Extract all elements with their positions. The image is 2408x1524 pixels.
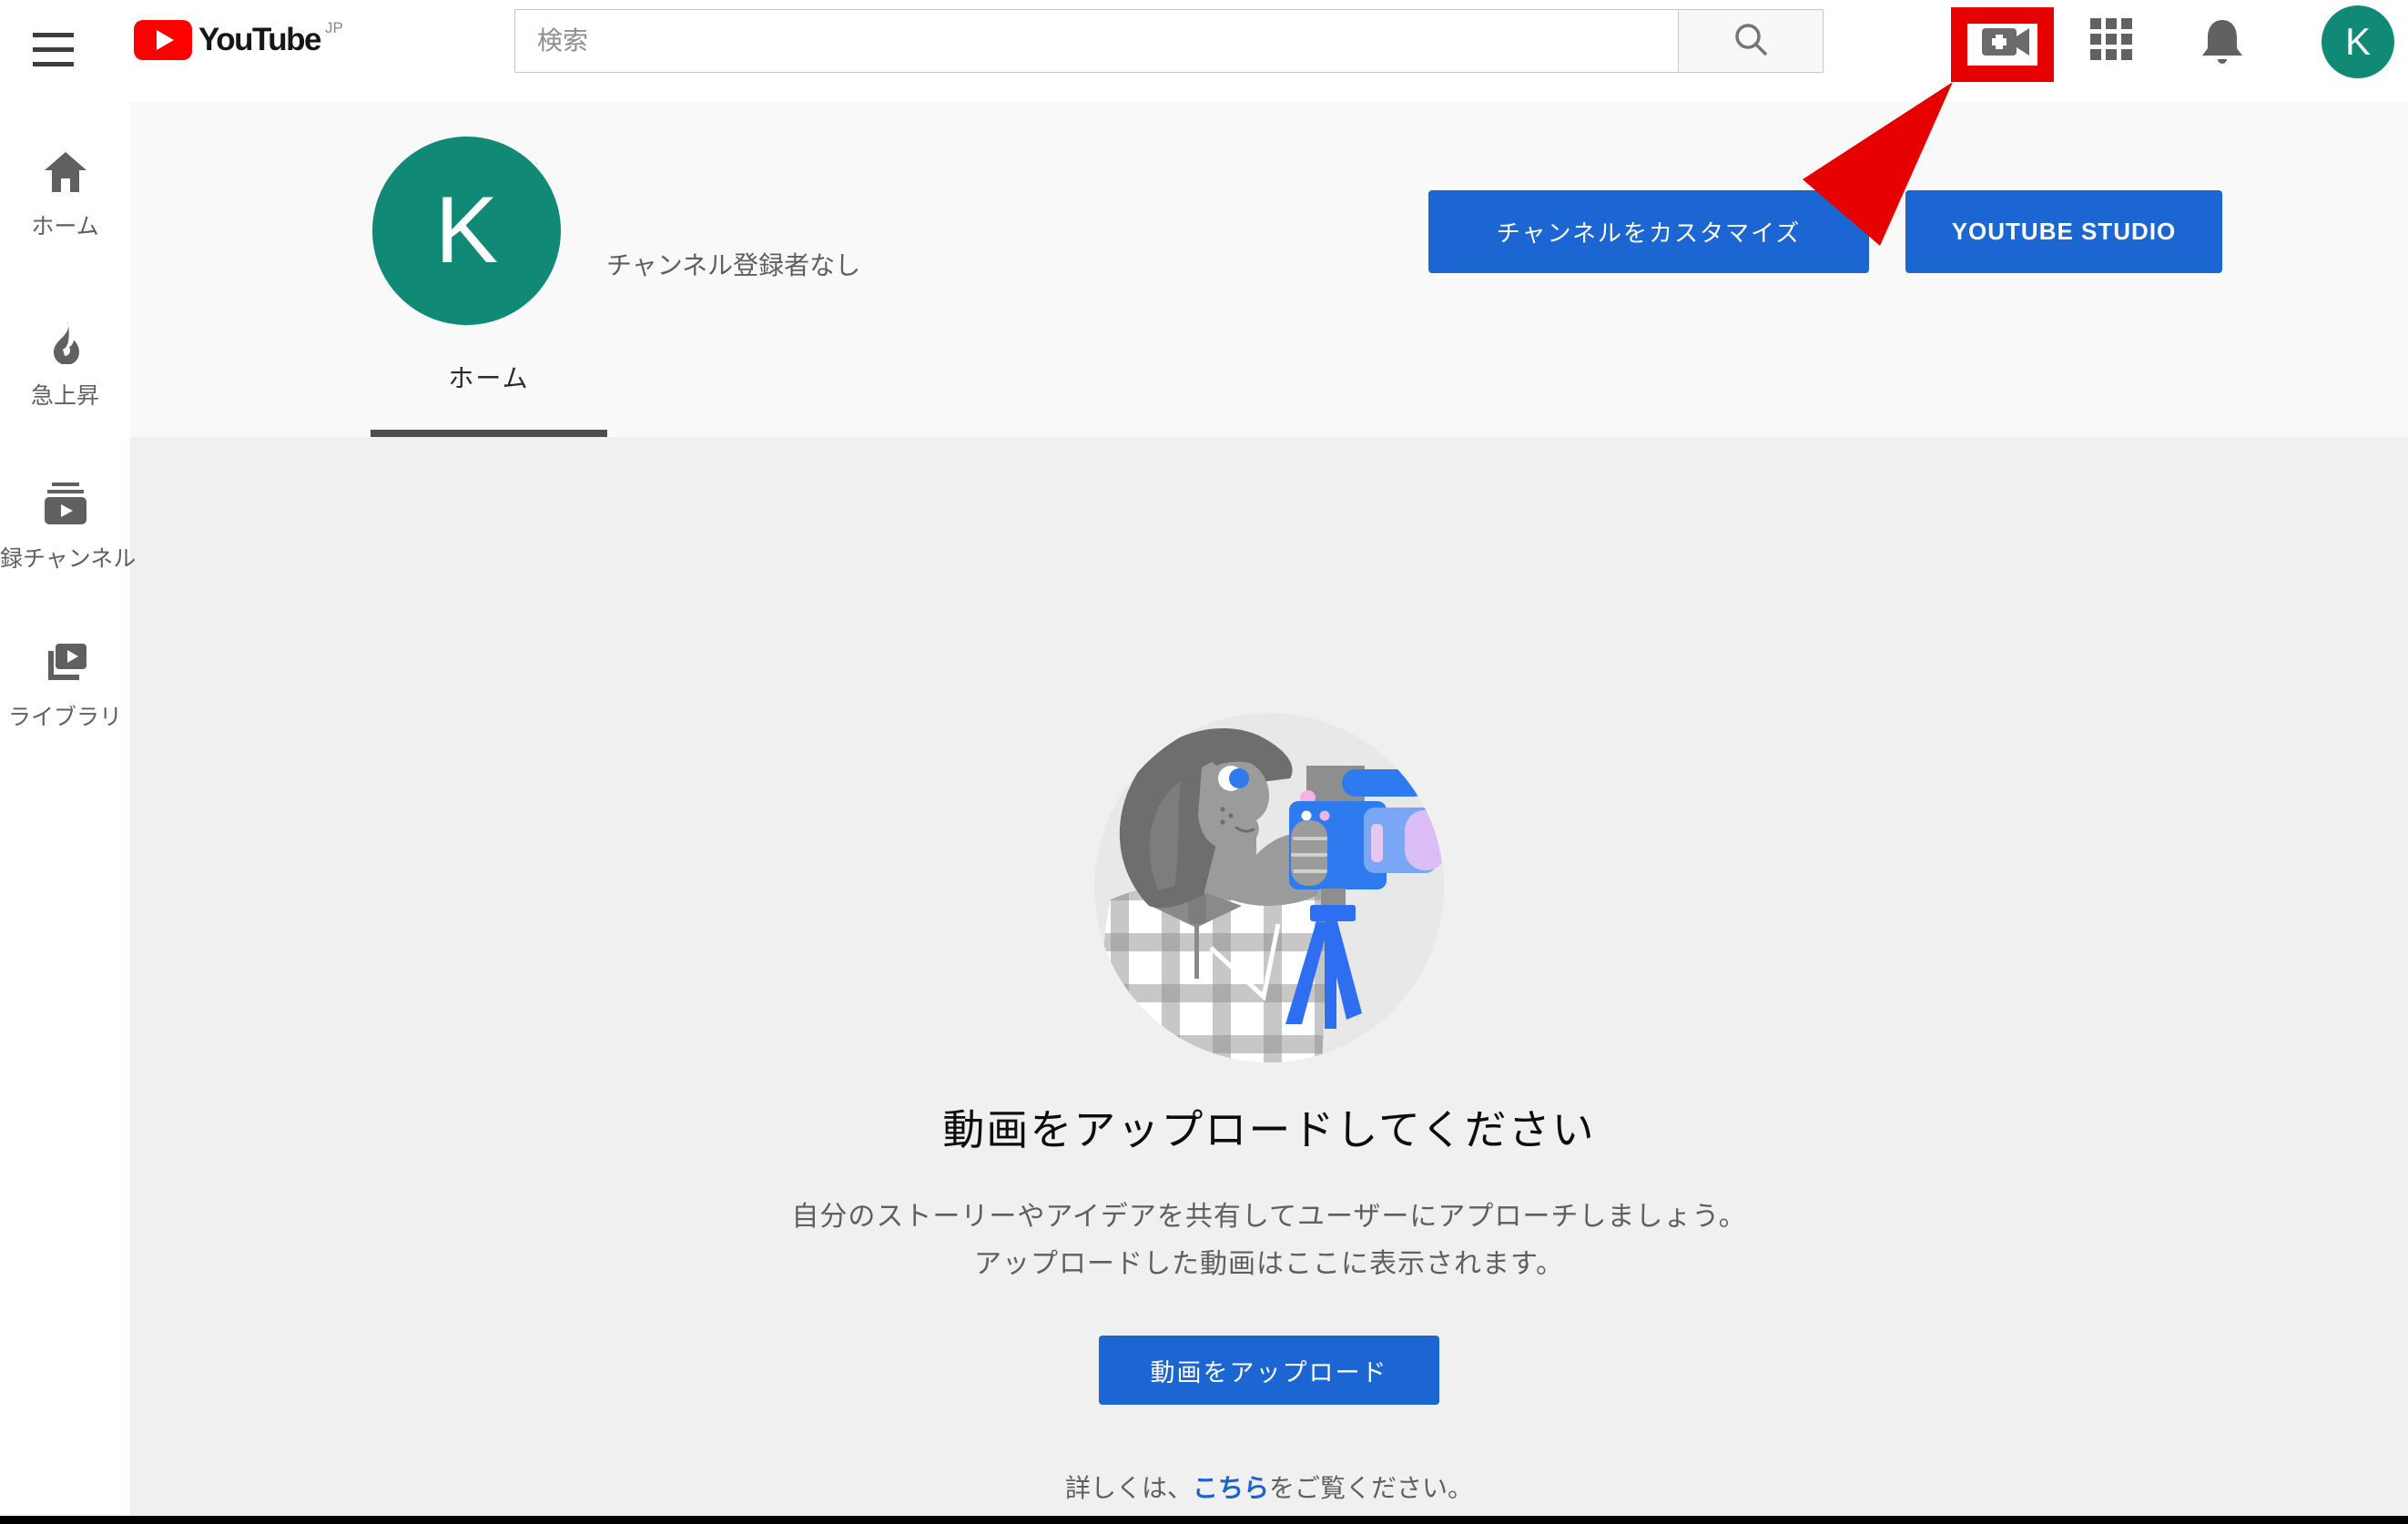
channel-avatar[interactable]: K [372,137,561,325]
help-text-prefix: 詳しくは、 [1065,1474,1193,1502]
sidebar-item-label: ライブラリ [0,699,130,732]
youtube-play-badge-icon [134,20,192,60]
youtube-channel-page: K チャンネル登録者なし チャンネルをカスタマイズ YOUTUBE STUDIO… [0,0,2408,1524]
sidebar: ホーム 急上昇 録チャンネル ライブラリ [0,102,130,1516]
search-icon [1731,19,1771,64]
search-button[interactable] [1678,9,1824,73]
sidebar-item-label: 録チャンネル [0,541,130,574]
empty-state-title: 動画をアップロードしてください [130,1097,2408,1157]
subscriptions-icon [43,482,88,527]
help-text: 詳しくは、こちらをご覧ください。 [130,1468,2408,1505]
empty-state-description-line2: アップロードした動画はここに表示されます。 [130,1241,2408,1288]
notifications-bell-icon[interactable] [2199,16,2246,67]
topbar: YouTube JP K [0,0,2408,102]
help-text-suffix: をご覧ください。 [1269,1474,1473,1502]
youtube-logo-text: YouTube [198,22,320,58]
bottom-edge-bar [0,1516,2408,1524]
sidebar-item-trending[interactable]: 急上昇 [0,319,130,411]
youtube-logo-region: JP [325,19,343,37]
sidebar-item-library[interactable]: ライブラリ [0,640,130,732]
help-link[interactable]: こちら [1193,1474,1269,1502]
library-icon [43,640,88,686]
home-icon [43,149,88,195]
subscriber-count-text: チャンネル登録者なし [606,246,860,282]
customize-channel-button[interactable]: チャンネルをカスタマイズ [1428,190,1869,273]
search-input[interactable] [514,9,1678,73]
create-video-button[interactable] [1967,22,2046,66]
empty-state-description: 自分のストーリーやアイデアを共有してユーザーにアプローチしましょう。 アップロー… [130,1194,2408,1288]
sidebar-item-label: ホーム [0,208,130,241]
active-tab-underline [371,430,607,437]
account-avatar[interactable]: K [2322,5,2394,78]
sidebar-item-label: 急上昇 [0,378,130,411]
youtube-logo[interactable]: YouTube JP [134,18,343,62]
empty-state-description-line1: 自分のストーリーやアイデアを共有してユーザーにアプローチしましょう。 [130,1194,2408,1241]
upload-video-button[interactable]: 動画をアップロード [1099,1336,1439,1405]
sidebar-item-home[interactable]: ホーム [0,149,130,241]
menu-icon[interactable] [33,33,74,67]
upload-illustration [1094,713,1445,1063]
channel-avatar-initial: K [435,177,498,285]
flame-icon [43,319,88,364]
empty-state: 動画をアップロードしてください 自分のストーリーやアイデアを共有してユーザーにア… [130,437,2408,1505]
account-avatar-initial: K [2345,20,2371,64]
create-video-icon [1978,22,2035,66]
sidebar-item-subscriptions[interactable]: 録チャンネル [0,482,130,574]
youtube-studio-button[interactable]: YOUTUBE STUDIO [1905,190,2222,273]
tab-home[interactable]: ホーム [371,359,607,395]
apps-grid-icon[interactable] [2090,18,2138,66]
